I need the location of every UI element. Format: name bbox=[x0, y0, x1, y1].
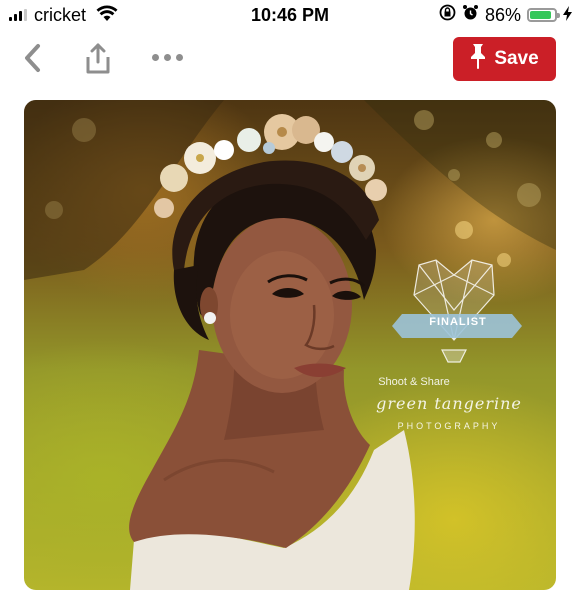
watermark-subtitle: PHOTOGRAPHY bbox=[397, 421, 501, 431]
pin-toolbar: Save bbox=[0, 30, 580, 92]
watermark-badge: FINALIST bbox=[429, 316, 487, 328]
watermark-brand: green tangerine bbox=[376, 394, 522, 413]
portrait-illustration bbox=[24, 100, 556, 590]
battery-icon bbox=[527, 8, 560, 22]
battery-percent: 86% bbox=[484, 4, 521, 25]
pin-icon bbox=[470, 43, 486, 75]
save-button[interactable]: Save bbox=[453, 37, 556, 81]
save-label: Save bbox=[494, 48, 539, 69]
orientation-lock-icon bbox=[439, 4, 456, 26]
status-bar: cricket 10:46 PM 86% bbox=[0, 0, 580, 30]
pin-image[interactable]: FINALIST Shoot & Share green tangerine P… bbox=[24, 100, 556, 590]
status-right: 86% bbox=[439, 4, 572, 26]
charging-icon bbox=[563, 5, 572, 26]
alarm-icon bbox=[462, 4, 479, 26]
share-icon[interactable] bbox=[84, 43, 112, 80]
more-icon[interactable] bbox=[152, 54, 183, 61]
watermark-shoot-text: Shoot & Share bbox=[378, 376, 450, 388]
chevron-left-icon[interactable] bbox=[22, 43, 44, 78]
